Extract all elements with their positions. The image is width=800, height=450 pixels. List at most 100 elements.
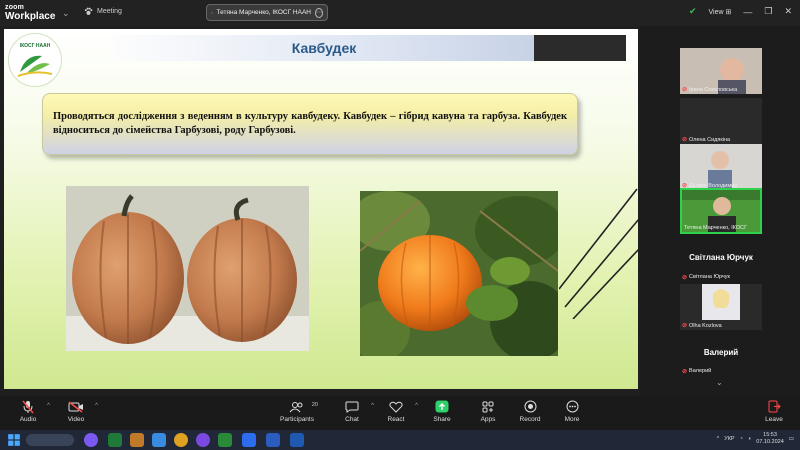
participant-tile[interactable]: ⊘ Олена Сидякіна [680, 98, 762, 144]
chevron-down-icon[interactable]: ⌄ [62, 8, 70, 19]
participant-tile[interactable]: ⊘ Ірина Соколовська [680, 48, 762, 94]
record-icon [524, 399, 537, 414]
titlebar-controls: ✔ View ⊞ — ❐ ✕ [689, 6, 792, 17]
audio-button[interactable]: Audio ^ [6, 399, 50, 423]
video-label: Video [67, 416, 85, 423]
participants-icon [289, 399, 305, 414]
mic-muted-icon: ⊘ [682, 87, 688, 93]
institute-logo: ІКОСГ НААН [8, 33, 62, 87]
word-icon[interactable] [290, 433, 304, 447]
caret-up-icon[interactable]: ^ [47, 403, 50, 409]
slide-corner-block [534, 35, 626, 61]
notification-icon[interactable]: ▭ [789, 436, 794, 442]
minimize-icon[interactable]: — [743, 7, 752, 17]
video-button[interactable]: Video ^ [54, 399, 98, 423]
share-label: Share [433, 416, 451, 423]
system-tray: ^ УКР ◔ ◖ 15:53 07.10.2024 ▭ [717, 432, 794, 446]
participant-name-large: Світлана Юрчук [689, 253, 753, 262]
participant-name: Тетяна Марченко, ІКОСГ [684, 225, 748, 231]
leave-label: Leave [765, 416, 783, 423]
meeting-tab[interactable]: Meeting [84, 7, 122, 16]
leave-icon [768, 399, 781, 414]
participant-tile-active-speaker[interactable]: Тетяна Марченко, ІКОСГ [680, 188, 762, 234]
chat-icon [345, 399, 359, 414]
participant-name: ⊘ Olha Kozlova [682, 322, 722, 330]
participants-count: 20 [311, 402, 318, 408]
mic-muted-icon: ⊘ [682, 369, 688, 375]
participant-name: ⊘ Олена Сидякіна [682, 136, 731, 144]
zoom-taskbar-icon[interactable] [242, 433, 256, 447]
chat-button[interactable]: Chat ^ [330, 399, 374, 423]
mic-off-icon [22, 399, 34, 414]
copilot-icon[interactable] [84, 433, 98, 447]
options-icon[interactable]: ⋯ [315, 7, 323, 18]
react-label: React [387, 416, 405, 423]
apps-icon [482, 399, 494, 414]
scroll-down-icon[interactable]: ⌄ [716, 378, 723, 387]
view-button[interactable]: View ⊞ [709, 8, 732, 16]
leave-button[interactable]: Leave [752, 399, 796, 423]
windows-start-icon[interactable] [7, 433, 21, 447]
clock-time: 15:53 [763, 432, 777, 438]
audio-label: Audio [19, 416, 37, 423]
slide-title: Кавбудек [291, 40, 357, 56]
share-screen-icon [435, 399, 449, 414]
record-label: Record [519, 416, 541, 423]
participant-name-large: Валерий [703, 348, 739, 357]
taskbar-search[interactable] [26, 434, 74, 446]
screen-share-indicator[interactable]: Тетяна Марченко, ІКОСГ НААН ⋯ [206, 4, 328, 21]
volume-icon[interactable]: ◖ [748, 436, 751, 442]
participant-name: ⊘ Валерий [682, 368, 712, 375]
caret-up-icon[interactable]: ^ [415, 403, 418, 409]
language-indicator[interactable]: УКР [724, 436, 734, 442]
leaf-logo-icon [17, 55, 53, 77]
app-icon[interactable] [152, 433, 166, 447]
more-dots-icon [566, 399, 579, 414]
file-explorer-icon[interactable] [130, 433, 144, 447]
mic-muted-icon: ⊘ [682, 137, 688, 143]
participant-tile[interactable]: ⊘ Olha Kozlova [680, 284, 762, 330]
mic-muted-icon: ⊘ [682, 275, 688, 281]
brand-workplace: Workplace [5, 11, 56, 22]
apps-label: Apps [480, 416, 496, 423]
participant-name: ⊘ Світлана Юрчук [682, 274, 730, 281]
excel-icon[interactable] [108, 433, 122, 447]
screen-share-icon [211, 11, 213, 13]
mic-muted-icon: ⊘ [682, 323, 688, 329]
logo-text: ІКОСГ НААН [19, 42, 51, 49]
video-off-icon [68, 399, 84, 414]
close-icon[interactable]: ✕ [784, 6, 792, 17]
apps-button[interactable]: Apps [466, 399, 510, 423]
share-button[interactable]: Share [420, 399, 464, 423]
chat-label: Chat [345, 416, 359, 423]
heart-react-icon [389, 399, 403, 414]
zoom-logo: zoom Workplace [5, 3, 56, 22]
viber-icon[interactable] [196, 433, 210, 447]
more-label: More [564, 416, 580, 423]
paw-icon [84, 7, 93, 15]
slide-text-box: Проводяться дослідження з веденням в кул… [42, 93, 578, 155]
slide-body-text: Проводяться дослідження з веденням в кул… [53, 111, 567, 136]
decorative-lines [559, 188, 638, 319]
slide-title-band: Кавбудек [112, 35, 536, 61]
two-pumpkins-image [66, 186, 309, 351]
app-icon[interactable] [218, 433, 232, 447]
tray-arrow-icon[interactable]: ^ [717, 436, 720, 442]
participants-panel: ⊘ Ірина Соколовська ⊘ Олена Сидякіна ⊘ Дьом… [640, 26, 800, 396]
chrome-icon[interactable] [174, 433, 188, 447]
caret-up-icon[interactable]: ^ [95, 403, 98, 409]
more-button[interactable]: More [550, 399, 594, 423]
zoom-window: zoom Workplace ⌄ Meeting Тетяна Марченко… [0, 0, 800, 450]
participant-name: ⊘ Ірина Соколовська [682, 86, 738, 94]
wifi-icon[interactable]: ◔ [740, 436, 743, 442]
windows-taskbar: ^ УКР ◔ ◖ 15:53 07.10.2024 ▭ [0, 430, 800, 450]
react-button[interactable]: React ^ [374, 399, 418, 423]
restore-icon[interactable]: ❐ [764, 6, 772, 17]
clock-date: 07.10.2024 [756, 439, 784, 445]
taskbar-clock[interactable]: 15:53 07.10.2024 [756, 432, 784, 446]
record-button[interactable]: Record [508, 399, 552, 423]
word-icon[interactable] [266, 433, 280, 447]
shield-check-icon[interactable]: ✔ [689, 6, 697, 17]
participants-button[interactable]: Participants 20 [272, 399, 322, 423]
participant-tile[interactable]: ⊘ Дьомін Володимир [680, 144, 762, 190]
